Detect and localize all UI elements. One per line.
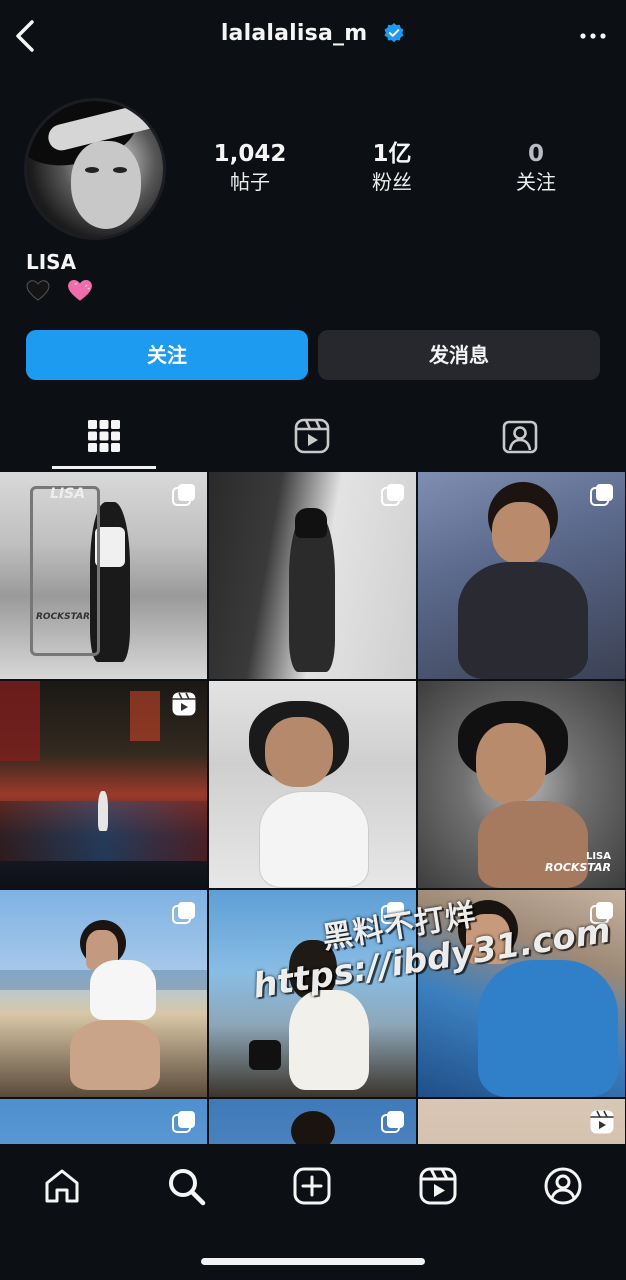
follow-button[interactable]: 关注 <box>26 330 308 380</box>
post-thumbnail[interactable] <box>418 1099 625 1144</box>
post-thumbnail[interactable] <box>209 681 416 888</box>
display-name: LISA <box>26 250 77 274</box>
home-indicator <box>201 1258 425 1265</box>
following-label: 关注 <box>516 170 556 194</box>
multi-photo-icon <box>171 482 197 508</box>
post-thumbnail[interactable] <box>418 472 625 679</box>
top-bar: lalalalisa_m <box>0 0 626 72</box>
multi-photo-icon <box>380 482 406 508</box>
reel-icon <box>171 691 197 717</box>
pink-heart-icon <box>67 278 93 304</box>
profile-icon <box>544 1167 582 1205</box>
avatar-photo <box>27 101 163 237</box>
nav-create[interactable] <box>292 1166 332 1206</box>
nav-home[interactable] <box>42 1166 82 1206</box>
instagram-profile-screen: lalalalisa_m 1,042 帖子 1亿 粉丝 0 关注 LISA 关注… <box>0 0 626 1280</box>
multi-photo-icon <box>589 482 615 508</box>
reels-icon <box>419 1167 457 1205</box>
verified-badge-icon <box>383 22 405 44</box>
post-thumbnail[interactable]: LISA ROCKSTAR <box>0 472 207 679</box>
profile-username-header: lalalalisa_m <box>0 20 626 46</box>
posts-count-stat[interactable]: 1,042 帖子 <box>180 140 320 196</box>
nav-profile[interactable] <box>543 1166 583 1206</box>
multi-photo-icon <box>380 1109 406 1135</box>
multi-photo-icon <box>171 1109 197 1135</box>
following-count-stat[interactable]: 0 关注 <box>466 140 606 196</box>
following-count: 0 <box>527 141 544 167</box>
posts-count: 1,042 <box>213 141 287 167</box>
post-thumbnail[interactable] <box>0 681 207 888</box>
rack-sign-text: LISA <box>50 486 86 502</box>
add-square-icon <box>293 1167 331 1205</box>
tagged-person-icon <box>502 418 538 454</box>
active-tab-indicator <box>52 466 156 469</box>
post-thumbnail[interactable] <box>0 890 207 1097</box>
username-label: lalalalisa_m <box>220 20 368 46</box>
reel-icon <box>589 1109 615 1135</box>
grid-icon <box>86 418 122 454</box>
followers-label: 粉丝 <box>372 170 412 194</box>
profile-stats: 1,042 帖子 1亿 粉丝 0 关注 <box>180 140 610 200</box>
followers-count: 1亿 <box>372 141 412 167</box>
posts-label: 帖子 <box>230 170 270 194</box>
reels-icon <box>294 418 330 454</box>
rack-rockstar-text: ROCKSTAR <box>36 612 90 622</box>
nav-reels[interactable] <box>418 1166 458 1206</box>
nav-search[interactable] <box>166 1166 206 1206</box>
search-icon <box>169 1169 206 1206</box>
profile-tabs <box>0 410 626 470</box>
home-icon <box>45 1169 79 1203</box>
profile-bio <box>26 278 93 304</box>
black-heart-icon <box>26 279 50 303</box>
followers-count-stat[interactable]: 1亿 粉丝 <box>322 140 462 196</box>
multi-photo-icon <box>171 900 197 926</box>
message-button[interactable]: 发消息 <box>318 330 600 380</box>
profile-avatar[interactable] <box>24 98 166 240</box>
posts-grid: LISA ROCKSTAR LISA ROCKSTAR <box>0 472 626 1144</box>
post-thumbnail[interactable] <box>209 472 416 679</box>
tab-posts-grid[interactable] <box>52 410 156 470</box>
tab-reels[interactable] <box>260 410 364 470</box>
post-thumbnail[interactable]: LISA ROCKSTAR <box>418 681 625 888</box>
more-horizontal-icon[interactable] <box>578 22 608 50</box>
tab-tagged[interactable] <box>468 410 572 470</box>
bottom-navigation <box>0 1146 626 1280</box>
post-thumbnail[interactable] <box>0 1099 207 1144</box>
post-thumbnail[interactable] <box>209 1099 416 1144</box>
